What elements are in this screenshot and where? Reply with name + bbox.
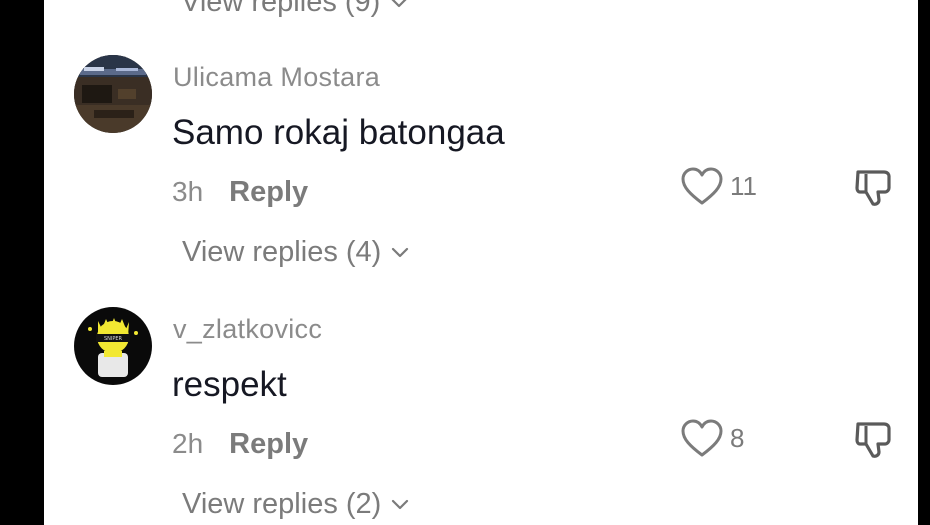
- svg-text:SNIPER: SNIPER: [104, 336, 123, 342]
- comment-text: Samo rokaj batongaa: [172, 113, 505, 152]
- heart-icon: [681, 419, 723, 457]
- like-button[interactable]: 8: [680, 418, 744, 458]
- night-street-photo-avatar-icon: [74, 55, 152, 133]
- dislike-button[interactable]: [854, 166, 896, 213]
- comment-username[interactable]: Ulicama Mostara: [173, 62, 380, 93]
- comment-item: Ulicama Mostara Samo rokaj batongaa 3h R…: [44, 0, 918, 268]
- thumbs-down-icon: [855, 422, 891, 458]
- like-count: 8: [730, 422, 745, 453]
- like-count: 11: [730, 170, 757, 201]
- comment-time: 3h: [172, 176, 204, 207]
- cartoon-character-avatar-icon: SNIPER: [74, 307, 152, 385]
- heart-icon: [681, 167, 723, 205]
- like-button[interactable]: 11: [680, 166, 757, 206]
- comments-panel: View replies (9) Ulicama Mostara Samo ro…: [44, 0, 918, 525]
- dislike-button[interactable]: [854, 418, 896, 465]
- reply-button[interactable]: Reply: [229, 428, 308, 461]
- reply-button[interactable]: Reply: [229, 176, 308, 209]
- comment-item: SNIPER v_zlatkovicc respekt 2h Reply 8 V…: [44, 252, 918, 520]
- comment-meta: 2h Reply: [172, 428, 308, 461]
- avatar[interactable]: [74, 55, 152, 133]
- thumbs-down-icon: [855, 170, 891, 206]
- comment-text: respekt: [172, 365, 287, 404]
- comment-meta: 3h Reply: [172, 176, 308, 209]
- comment-time: 2h: [172, 428, 204, 459]
- avatar[interactable]: SNIPER: [74, 307, 152, 385]
- chevron-down-icon: [392, 499, 409, 509]
- comment-username[interactable]: v_zlatkovicc: [173, 314, 322, 345]
- view-replies-button[interactable]: View replies (2): [182, 488, 409, 521]
- view-replies-label: View replies (2): [182, 488, 382, 520]
